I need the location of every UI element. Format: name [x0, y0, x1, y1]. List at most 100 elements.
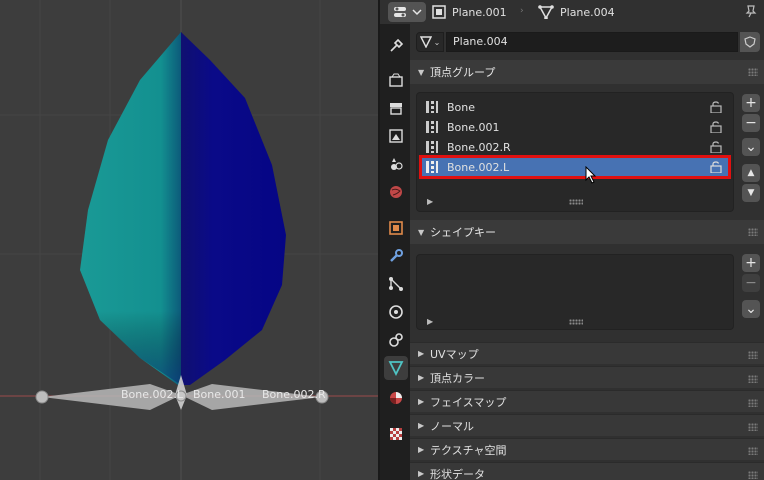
- panel-collapsed-icon: ▶: [418, 373, 425, 382]
- tab-data[interactable]: [384, 356, 408, 380]
- render-icon: [389, 73, 403, 87]
- panel-title: 頂点カラー: [430, 371, 485, 385]
- list-filter-expand-icon[interactable]: ▶: [427, 197, 433, 206]
- vertex-groups-title: 頂点グループ: [430, 66, 496, 79]
- move-up-button[interactable]: ▲: [742, 164, 760, 182]
- world-icon: [390, 186, 402, 198]
- properties-editor: Plane.001 › Plane.004 ⌄ Plane.004 ▼ 頂点グル…: [380, 0, 764, 480]
- tab-physics[interactable]: [384, 300, 408, 324]
- list-filter-expand-icon[interactable]: ▶: [427, 317, 433, 326]
- panel-grip-icon[interactable]: [748, 471, 758, 479]
- uv-maps-panel-header[interactable]: ▶ UVマップ: [410, 342, 764, 364]
- remove-vertex-group-button[interactable]: −: [742, 114, 760, 132]
- bone-label-right: Bone.002.R: [262, 388, 326, 401]
- object-properties-icon: [389, 221, 403, 235]
- face-maps-panel-header[interactable]: ▶ フェイスマップ: [410, 390, 764, 412]
- panel-collapsed-icon: ▶: [418, 349, 425, 358]
- normals-panel-header[interactable]: ▶ ノーマル: [410, 414, 764, 436]
- mesh-name: Plane.004: [560, 5, 615, 19]
- panel-title: UVマップ: [430, 347, 479, 361]
- texture-space-panel-header[interactable]: ▶ テクスチャ空間: [410, 438, 764, 460]
- list-item[interactable]: Bone: [421, 97, 729, 117]
- mesh-name-field[interactable]: Plane.004: [446, 32, 738, 52]
- tab-output[interactable]: [384, 96, 408, 120]
- mesh-data-icon: [538, 5, 554, 19]
- bone-label-center: Bone.001: [193, 388, 246, 401]
- breadcrumb-separator-icon: ›: [520, 6, 524, 16]
- mesh-browse-icon: [419, 36, 432, 48]
- move-down-button[interactable]: ▼: [742, 184, 760, 202]
- panel-grip-icon[interactable]: [748, 228, 758, 236]
- shield-icon: [744, 36, 756, 48]
- shape-key-list[interactable]: ▶: [416, 254, 734, 330]
- vertex-group-icon: [426, 141, 438, 153]
- mesh-data-tab-icon: [388, 361, 404, 376]
- fake-user-button[interactable]: [740, 32, 760, 52]
- tab-object[interactable]: [384, 216, 408, 240]
- lock-icon[interactable]: [709, 141, 723, 153]
- remove-shape-key-button[interactable]: −: [742, 274, 760, 292]
- panel-collapsed-icon: ▶: [418, 397, 425, 406]
- properties-header: Plane.001 › Plane.004: [380, 0, 764, 24]
- list-resize-grip-icon[interactable]: [569, 199, 583, 205]
- object-name: Plane.001: [452, 5, 507, 19]
- tab-tool[interactable]: [384, 34, 408, 58]
- panel-collapsed-icon: ▶: [418, 469, 425, 478]
- panel-grip-icon[interactable]: [748, 423, 758, 431]
- texture-icon: [390, 428, 402, 440]
- tab-scene[interactable]: [384, 152, 408, 176]
- tab-modifiers[interactable]: [384, 244, 408, 268]
- vertex-groups-panel-header[interactable]: ▼ 頂点グループ: [410, 60, 764, 84]
- list-item-selected[interactable]: Bone.002.L: [419, 155, 731, 179]
- vertex-group-icon: [426, 161, 438, 173]
- panel-grip-icon[interactable]: [748, 447, 758, 455]
- vertex-colors-panel-header[interactable]: ▶ 頂点カラー: [410, 366, 764, 388]
- 3d-viewport[interactable]: Bone.002.L Bone.001 Bone.002.R: [0, 0, 378, 480]
- panel-grip-icon[interactable]: [748, 375, 758, 383]
- panel-grip-icon[interactable]: [748, 351, 758, 359]
- shape-key-specials-button[interactable]: ⌄: [742, 300, 760, 318]
- list-item[interactable]: Bone.002.R: [421, 137, 729, 157]
- tab-particles[interactable]: [384, 272, 408, 296]
- datablock-browse-button[interactable]: ⌄: [416, 32, 444, 52]
- lock-icon[interactable]: [709, 121, 723, 133]
- vertex-group-list[interactable]: Bone Bone.001 Bone.002.R Bone.002.L ▶: [416, 92, 734, 212]
- list-item[interactable]: Bone.001: [421, 117, 729, 137]
- properties-editor-icon: [394, 7, 422, 17]
- panel-title: テクスチャ空間: [430, 443, 507, 457]
- tab-view-layer[interactable]: [384, 124, 408, 148]
- panel-grip-icon[interactable]: [748, 399, 758, 407]
- object-breadcrumb: Plane.001: [432, 3, 507, 21]
- editor-type-button[interactable]: [388, 2, 426, 22]
- vertex-group-label: Bone.001: [447, 120, 500, 134]
- geometry-data-panel-header[interactable]: ▶ 形状データ: [410, 462, 764, 480]
- panel-expanded-icon: ▼: [418, 227, 425, 237]
- vertex-group-specials-button[interactable]: ⌄: [742, 138, 760, 156]
- panel-grip-icon[interactable]: [748, 68, 758, 76]
- tab-texture[interactable]: [384, 422, 408, 446]
- lock-icon[interactable]: [709, 161, 723, 173]
- panel-expanded-icon: ▼: [418, 67, 425, 77]
- tab-constraints[interactable]: [384, 328, 408, 352]
- panel-collapsed-icon: ▶: [418, 421, 425, 430]
- scene-icon: [391, 158, 403, 170]
- physics-icon: [389, 305, 403, 319]
- vertex-group-label: Bone.002.L: [447, 160, 510, 174]
- add-shape-key-button[interactable]: +: [742, 254, 760, 272]
- panel-title: フェイスマップ: [430, 395, 507, 409]
- panel-title: 形状データ: [430, 467, 485, 480]
- list-resize-grip-icon[interactable]: [569, 319, 583, 325]
- properties-content: ⌄ Plane.004 ▼ 頂点グループ Bone Bone.001 Bone.…: [410, 24, 764, 480]
- vertex-group-label: Bone.002.R: [447, 140, 511, 154]
- viewport-canvas[interactable]: [0, 0, 378, 480]
- add-vertex-group-button[interactable]: +: [742, 94, 760, 112]
- mesh-datablock-selector: ⌄ Plane.004: [416, 32, 760, 52]
- tab-material[interactable]: [384, 386, 408, 410]
- mouse-cursor-icon: [585, 166, 597, 184]
- pin-icon[interactable]: [744, 4, 758, 18]
- shape-keys-panel-header[interactable]: ▼ シェイプキー: [410, 220, 764, 244]
- tab-world[interactable]: [384, 180, 408, 204]
- tab-render[interactable]: [384, 68, 408, 92]
- lock-icon[interactable]: [709, 101, 723, 113]
- leaf-mesh[interactable]: [80, 32, 286, 385]
